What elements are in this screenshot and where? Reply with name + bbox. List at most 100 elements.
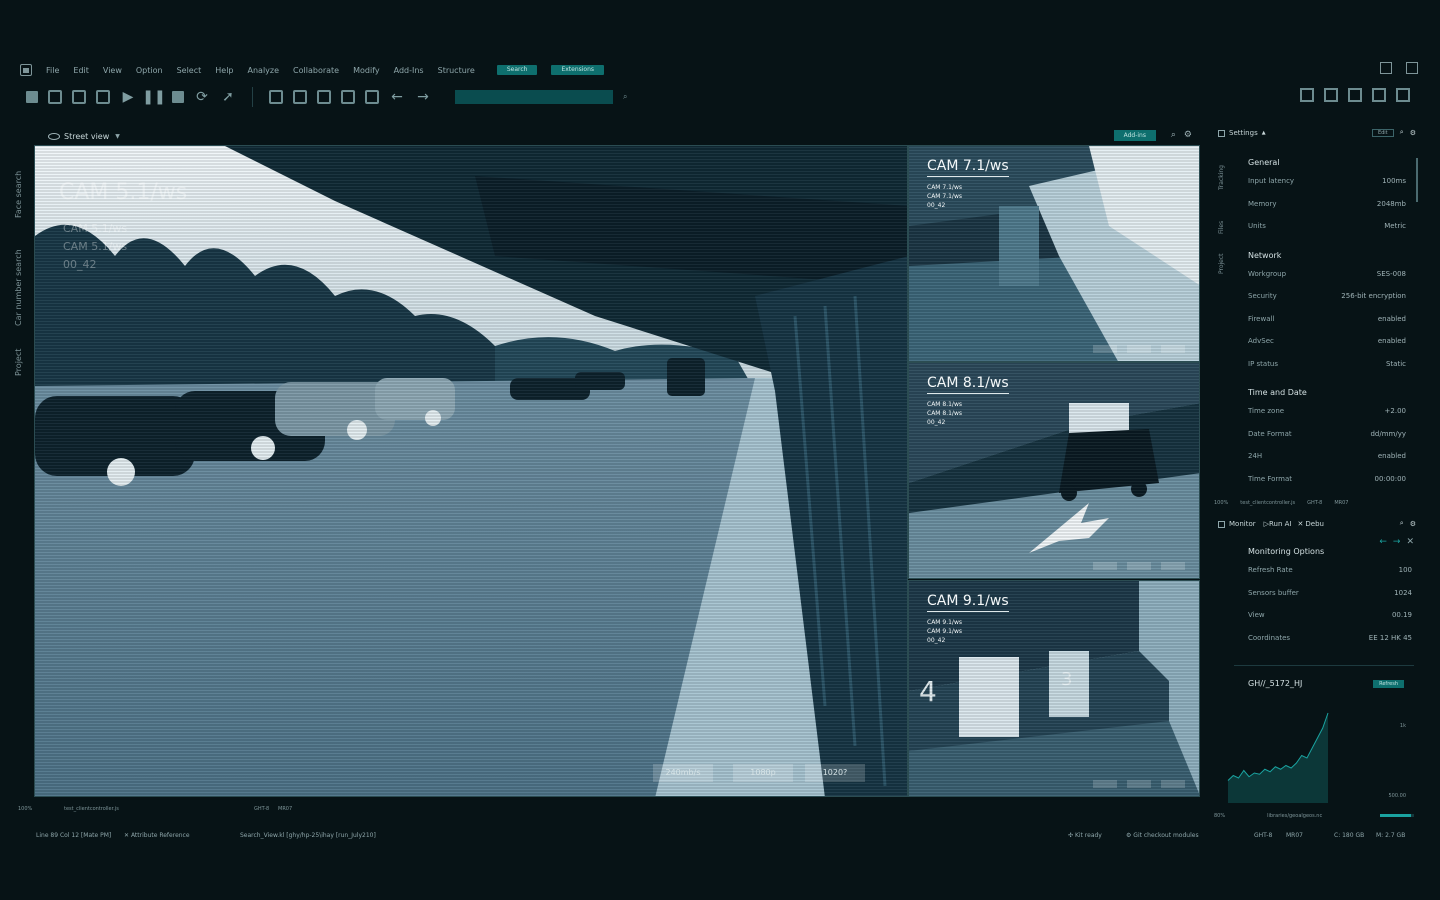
camera-feed-9[interactable]: 4 3 CAM 9.1/ws CAM 9.1/ws CAM 9.1/ws 00_… [908, 580, 1200, 797]
cam-9-ctrl-2[interactable] [1127, 780, 1151, 788]
monitor-row[interactable]: Coordinates EE 12 HK 45 [1238, 634, 1418, 657]
menu-analyze[interactable]: Analyze [248, 66, 280, 75]
bitrate-badge[interactable]: 240mb/s [653, 764, 713, 782]
frame-badge[interactable]: 1020? [805, 764, 865, 782]
tab-tracking[interactable]: Tracking [1218, 165, 1225, 190]
remove-icon[interactable] [1372, 88, 1386, 102]
close-icon[interactable]: ✕ [1298, 520, 1304, 528]
stop-icon[interactable] [172, 91, 184, 103]
pause-icon[interactable]: ❚❚ [142, 89, 165, 105]
chevron-down-icon[interactable]: ▼ [115, 133, 120, 140]
cam-7-ctrl-1[interactable] [1093, 345, 1117, 353]
camera-feed-7[interactable]: CAM 7.1/ws CAM 7.1/ws CAM 7.1/ws 00_42 [908, 145, 1200, 362]
search-icon[interactable]: ⌕ [623, 92, 627, 102]
setting-row[interactable]: Memory 2048mb [1238, 200, 1412, 223]
tab-monitor[interactable]: Monitor [1229, 520, 1256, 528]
app-icon[interactable] [20, 64, 32, 76]
upload-icon[interactable] [1324, 88, 1338, 102]
footer-zoom[interactable]: 100% [18, 806, 32, 812]
setting-row[interactable]: Workgroup SES-008 [1238, 270, 1412, 293]
tab-project[interactable]: Project [14, 349, 23, 376]
tab-debug[interactable]: Debu [1305, 520, 1324, 528]
menu-add-ins[interactable]: Add-Ins [394, 66, 424, 75]
setting-row[interactable]: Time zone +2.00 [1238, 407, 1412, 430]
menu-option[interactable]: Option [136, 66, 163, 75]
menu-view[interactable]: View [103, 66, 122, 75]
cam-7-ctrl-2[interactable] [1127, 345, 1151, 353]
status-attribute-reference[interactable]: ✕ Attribute Reference [124, 832, 190, 844]
setting-row[interactable]: AdvSec enabled [1238, 337, 1412, 360]
monitor-row[interactable]: Refresh Rate 100 [1238, 566, 1418, 589]
copy-icon[interactable] [293, 90, 307, 104]
settings-icon[interactable]: ⚙ [1410, 520, 1416, 528]
tab-files[interactable]: Files [1218, 221, 1225, 234]
camera-feed-main[interactable]: CAM 5.1/ws CAM 5.1/ws CAM 5.1/ws 00_42 2… [34, 145, 908, 797]
settings-footer-file[interactable]: test_clientcontroller.js [1240, 500, 1295, 506]
monitor-footer-file[interactable]: libraries/geoalgeos.nc [1267, 813, 1322, 819]
stack-icon[interactable] [269, 90, 283, 104]
home-icon[interactable] [26, 91, 38, 103]
arrow-right-icon[interactable]: → [415, 89, 431, 105]
monitor-row[interactable]: View 00.19 [1238, 611, 1418, 634]
add-icon[interactable] [1348, 88, 1362, 102]
tab-car-number-search[interactable]: Car number search [14, 249, 23, 326]
footer-file[interactable]: test_clientcontroller.js [64, 806, 119, 812]
refresh-icon[interactable]: ⟳ [194, 89, 210, 105]
menu-structure[interactable]: Structure [438, 66, 475, 75]
monitor-row[interactable]: Sensors buffer 1024 [1238, 589, 1418, 612]
cam-8-ctrl-1[interactable] [1093, 562, 1117, 570]
street-view-title[interactable]: Street view [64, 132, 109, 141]
cursor-icon[interactable]: ➚ [220, 89, 236, 105]
setting-row[interactable]: Input latency 100ms [1238, 177, 1412, 200]
cam-9-ctrl-1[interactable] [1093, 780, 1117, 788]
close-icon[interactable]: ✕ [124, 832, 131, 839]
camera-feed-8[interactable]: CAM 8.1/ws CAM 8.1/ws CAM 8.1/ws 00_42 [908, 362, 1200, 579]
zoom-icon[interactable]: ⌕ [1400, 128, 1404, 137]
menu-file[interactable]: File [46, 66, 59, 75]
menu-edit[interactable]: Edit [73, 66, 89, 75]
setting-row[interactable]: Date Format dd/mm/yy [1238, 430, 1412, 453]
settings-title[interactable]: Settings [1229, 129, 1258, 137]
menu-select[interactable]: Select [177, 66, 202, 75]
cam-9-ctrl-3[interactable] [1161, 780, 1185, 788]
setting-row[interactable]: Security 256-bit encryption [1238, 292, 1412, 315]
save-icon[interactable] [72, 90, 86, 104]
settings-icon[interactable]: ⚙ [1410, 129, 1416, 137]
setting-row[interactable]: Firewall enabled [1238, 315, 1412, 338]
layout-window-icon[interactable] [1406, 62, 1418, 74]
export-icon[interactable] [317, 90, 331, 104]
edit-button[interactable]: Edit [1371, 128, 1394, 137]
cam-7-ctrl-3[interactable] [1161, 345, 1185, 353]
setting-row[interactable]: Units Metric [1238, 222, 1412, 245]
download-icon[interactable] [1300, 88, 1314, 102]
menu-modify[interactable]: Modify [353, 66, 380, 75]
add-ins-button[interactable]: Add-ins [1113, 130, 1156, 141]
settings-scrollbar[interactable] [1416, 158, 1418, 202]
document-icon[interactable] [365, 90, 379, 104]
tab-run-ai[interactable]: Run AI [1269, 520, 1292, 528]
setting-row[interactable]: 24H enabled [1238, 452, 1412, 475]
import-icon[interactable] [341, 90, 355, 104]
cam-8-ctrl-2[interactable] [1127, 562, 1151, 570]
grid-icon[interactable] [48, 90, 62, 104]
monitor-footer-zoom[interactable]: 80% [1214, 813, 1225, 819]
setting-row[interactable]: IP status Static [1238, 360, 1412, 383]
cam-8-ctrl-3[interactable] [1161, 562, 1185, 570]
extensions-pill-button[interactable]: Extensions [551, 65, 605, 75]
refresh-button[interactable]: Refresh [1373, 680, 1404, 688]
menu-help[interactable]: Help [215, 66, 233, 75]
play-icon[interactable]: ▶ [120, 89, 136, 105]
tab-face-search[interactable]: Face search [14, 171, 23, 218]
resolution-badge[interactable]: 1080p [733, 764, 793, 782]
arrow-left-icon[interactable]: ← [389, 89, 405, 105]
settings-footer-zoom[interactable]: 100% [1214, 500, 1228, 506]
trash-icon[interactable] [1396, 88, 1410, 102]
search-pill-button[interactable]: Search [496, 65, 538, 75]
dropdown-window-icon[interactable] [1380, 62, 1392, 74]
setting-row[interactable]: Time Format 00:00:00 [1238, 475, 1412, 498]
zoom-icon[interactable]: ⌕ [1171, 130, 1176, 141]
mixer-icon[interactable] [96, 90, 110, 104]
chevron-down-icon[interactable]: ▲ [1262, 130, 1266, 136]
tab-project[interactable]: Project [1218, 253, 1225, 274]
toolbar-search-input[interactable] [455, 90, 613, 104]
